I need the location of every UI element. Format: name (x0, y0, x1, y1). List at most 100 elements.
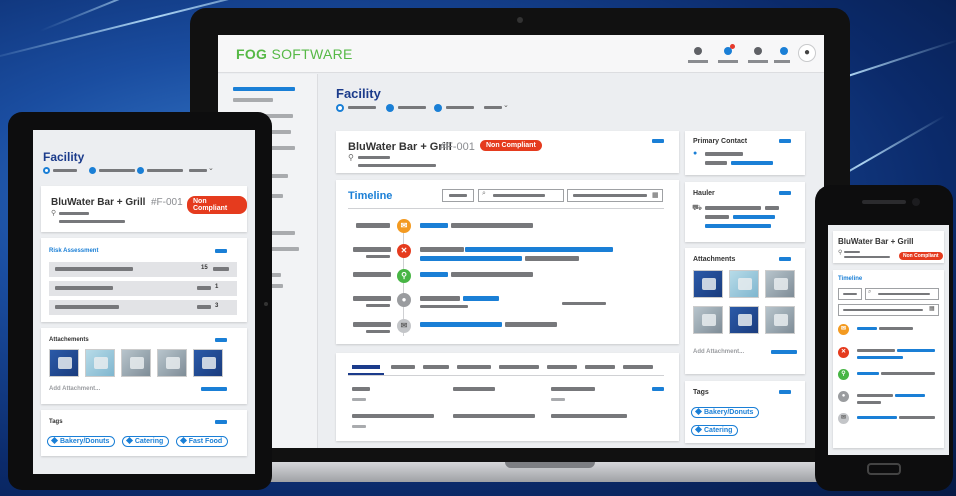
add-attachment-link[interactable]: Add Attachment... (693, 349, 744, 355)
risk-row[interactable]: 3 (49, 300, 237, 315)
user-icon[interactable]: ● (397, 293, 411, 307)
location-icon: ⚲ (348, 153, 354, 162)
add-tag-button[interactable] (215, 420, 227, 424)
attachment-thumbnail[interactable] (193, 349, 223, 377)
risk-assessment-card: Risk Assessment 15 1 3 (41, 238, 247, 322)
tags-card: Tags Bakery/Donuts Catering Fast Food (41, 410, 247, 456)
calendar-icon: ▦ (652, 192, 659, 199)
home-button[interactable] (867, 463, 901, 475)
filter-select[interactable] (442, 189, 474, 202)
tab[interactable] (585, 365, 615, 369)
attachment-thumbnail[interactable] (765, 270, 795, 298)
tag[interactable]: Catering (121, 436, 170, 447)
mail-icon[interactable]: ✉ (397, 219, 411, 233)
edit-button[interactable] (652, 139, 664, 143)
step[interactable] (434, 104, 442, 112)
edit-button[interactable] (215, 249, 227, 253)
avatar[interactable]: ● (798, 44, 816, 62)
facility-id: #F-001 (440, 141, 475, 153)
step[interactable] (137, 167, 144, 174)
risk-row[interactable]: 15 (49, 262, 237, 277)
facility-name: BluWater Bar + Grill (348, 141, 452, 153)
add-attachment-link[interactable]: Add Attachment... (49, 386, 100, 392)
phone-camera (912, 198, 920, 206)
dropdown[interactable] (189, 169, 207, 172)
upload-button[interactable] (201, 387, 227, 391)
tab[interactable] (457, 365, 491, 369)
step[interactable] (386, 104, 394, 112)
search-icon[interactable]: ⚲ (838, 369, 849, 380)
user-icon[interactable]: ● (838, 391, 849, 402)
calendar-icon: ▦ (929, 306, 935, 312)
edit-button[interactable] (652, 387, 664, 391)
date-input[interactable]: ▦ (838, 304, 939, 316)
camera (517, 17, 523, 23)
attachment-thumbnail[interactable] (85, 349, 115, 377)
attachment-thumbnail[interactable] (157, 349, 187, 377)
envelope-icon[interactable]: ✉ (397, 319, 411, 333)
attachments-card: Attachments Add Attachment... (685, 248, 805, 374)
nav-icon[interactable] (754, 47, 762, 55)
logo-prefix: FOG (236, 46, 268, 62)
divider (348, 208, 664, 209)
date-input[interactable]: ▦ (567, 189, 663, 202)
edit-button[interactable] (779, 191, 791, 195)
nav-icon[interactable] (780, 47, 788, 55)
search-icon[interactable]: ⚲ (397, 269, 411, 283)
sidebar-item[interactable] (233, 98, 273, 102)
tab[interactable] (499, 365, 539, 369)
breadcrumb: ⌄ (336, 102, 526, 112)
add-button[interactable] (779, 257, 791, 261)
search-input[interactable]: ⌕ (865, 288, 939, 300)
step[interactable] (89, 167, 96, 174)
tab[interactable] (423, 365, 449, 369)
primary-contact-title: Primary Contact (693, 138, 748, 145)
app-logo[interactable]: FOG SOFTWARE (236, 46, 353, 62)
edit-button[interactable] (779, 139, 791, 143)
attachment-thumbnail[interactable] (121, 349, 151, 377)
tag[interactable]: Catering (691, 425, 739, 436)
nav-icon[interactable] (694, 47, 702, 55)
tag[interactable]: Bakery/Donuts (691, 407, 760, 418)
phone-speaker (862, 200, 906, 204)
tag-icon (50, 436, 59, 445)
step-current[interactable] (43, 167, 50, 174)
status-badge: Non Compliant (899, 252, 943, 260)
sidebar-item-active[interactable] (233, 87, 295, 91)
tag[interactable]: Fast Food (175, 436, 229, 447)
attachment-thumbnail[interactable] (693, 270, 723, 298)
notification-badge (730, 44, 735, 49)
truck-icon: ⛟ (692, 203, 703, 212)
upload-button[interactable] (771, 350, 797, 354)
tablet-screen: Facility ⌄ BluWater Bar + Grill #F-001 N… (33, 130, 255, 474)
add-tag-button[interactable] (779, 390, 791, 394)
tag-icon (694, 425, 703, 434)
timeline-title: Timeline (838, 276, 863, 282)
attachment-thumbnail[interactable] (729, 270, 759, 298)
close-icon[interactable]: ✕ (397, 244, 411, 258)
tab[interactable] (623, 365, 653, 369)
chevron-down-icon: ⌄ (208, 165, 214, 172)
dropdown[interactable] (484, 106, 502, 109)
envelope-icon[interactable]: ✉ (838, 413, 849, 424)
mail-icon[interactable]: ✉ (838, 324, 849, 335)
page-title: Facility (336, 86, 381, 101)
attachment-thumbnail[interactable] (693, 306, 723, 334)
location-icon: ⚲ (838, 250, 843, 256)
add-button[interactable] (215, 338, 227, 342)
tab[interactable] (547, 365, 577, 369)
tablet-device: Facility ⌄ BluWater Bar + Grill #F-001 N… (8, 112, 272, 490)
tag[interactable]: Bakery/Donuts (47, 436, 116, 447)
nav-label (718, 60, 738, 63)
risk-row[interactable]: 1 (49, 281, 237, 296)
step-current[interactable] (336, 104, 344, 112)
attachment-thumbnail[interactable] (49, 349, 79, 377)
tag-list: Bakery/Donuts Catering Fast Food (47, 430, 243, 448)
attachment-thumbnail[interactable] (729, 306, 759, 334)
attachment-thumbnail[interactable] (765, 306, 795, 334)
tab-active[interactable] (352, 365, 380, 369)
tab[interactable] (391, 365, 415, 369)
close-icon[interactable]: ✕ (838, 347, 849, 358)
filter-select[interactable] (838, 288, 862, 300)
search-input[interactable]: ⌕ (478, 189, 564, 202)
